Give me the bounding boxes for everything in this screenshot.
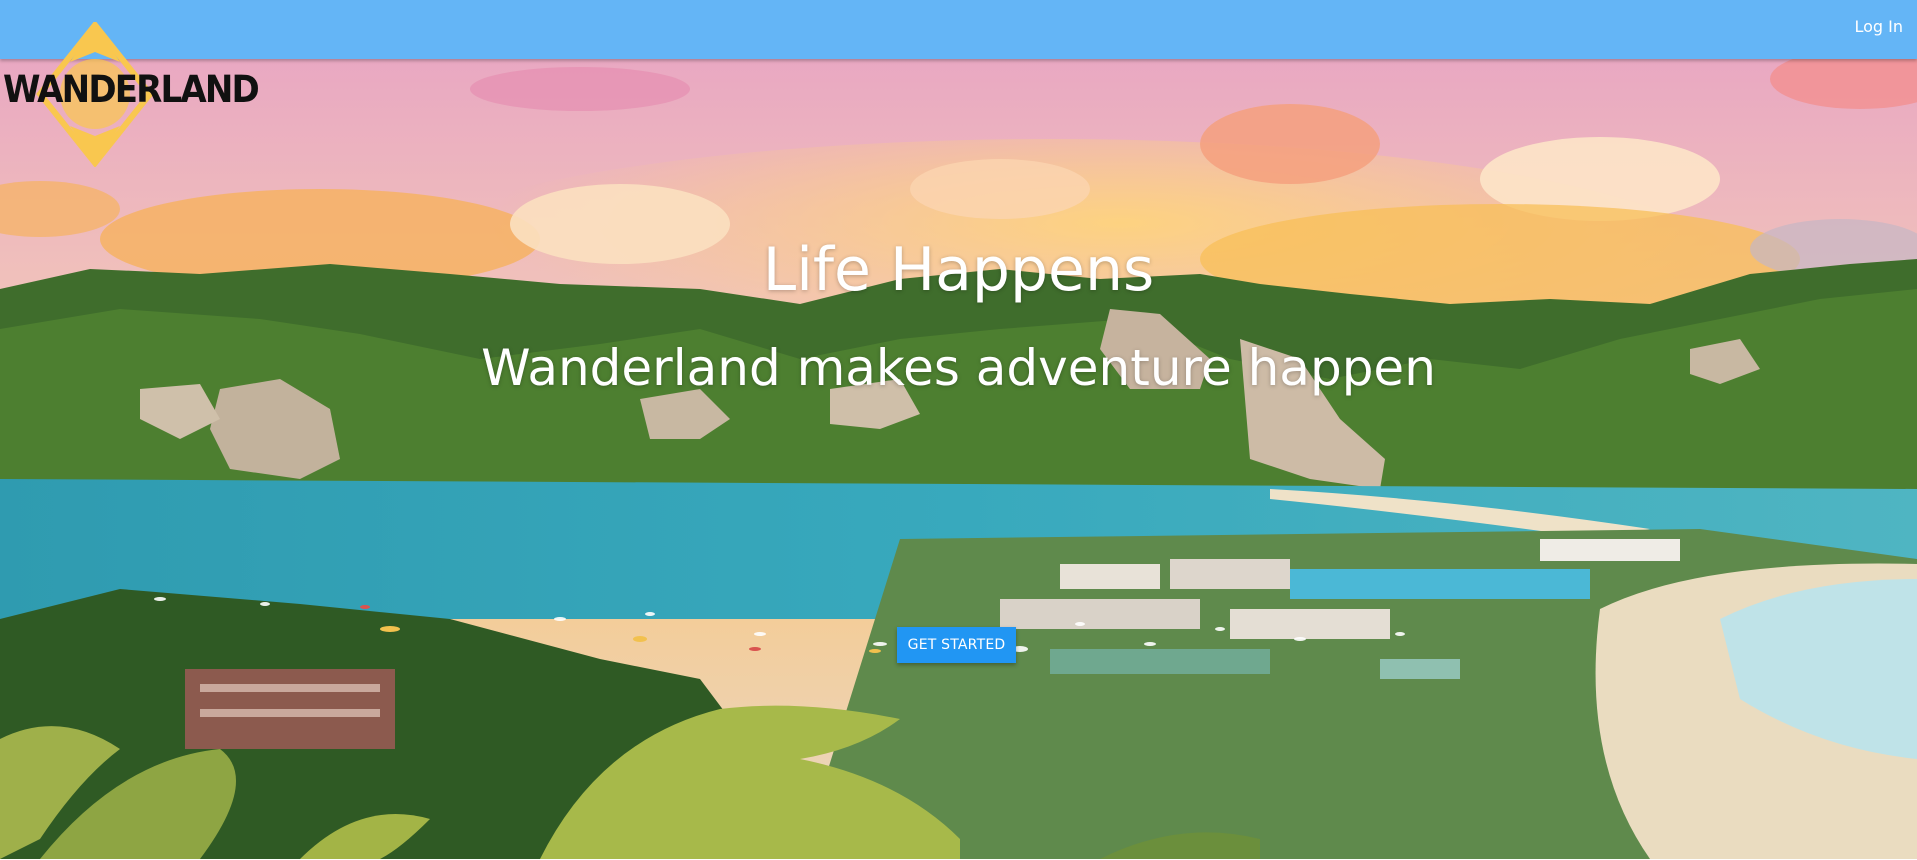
hero-subtitle: Wanderland makes adventure happen	[481, 339, 1436, 397]
hero-title: Life Happens	[762, 235, 1155, 305]
login-link[interactable]: Log In	[1854, 17, 1903, 36]
wanderland-logo[interactable]: WANDERLAND	[0, 22, 260, 167]
hero-banner: Life Happens Wanderland makes adventure …	[0, 59, 1917, 859]
top-nav-bar: Log In	[0, 0, 1917, 59]
get-started-button[interactable]: GET STARTED	[897, 627, 1016, 663]
logo-text: WANDERLAND	[3, 68, 260, 111]
hero-background-image	[0, 59, 1917, 859]
